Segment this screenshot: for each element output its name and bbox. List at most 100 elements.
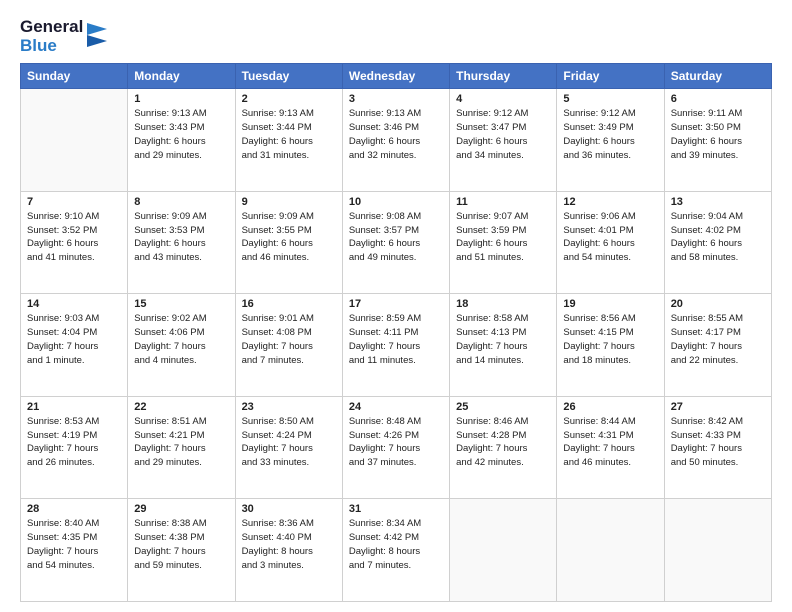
day-info-line: and 7 minutes. bbox=[349, 560, 411, 571]
day-info-line: Daylight: 7 hours bbox=[563, 341, 634, 352]
day-info-line: and 58 minutes. bbox=[671, 252, 739, 263]
day-info-line: and 29 minutes. bbox=[134, 150, 202, 161]
calendar-cell: 14Sunrise: 9:03 AMSunset: 4:04 PMDayligh… bbox=[21, 294, 128, 397]
day-info: Sunrise: 9:04 AMSunset: 4:02 PMDaylight:… bbox=[671, 210, 765, 265]
day-info: Sunrise: 8:50 AMSunset: 4:24 PMDaylight:… bbox=[242, 415, 336, 470]
calendar-cell: 17 Sunrise: 8:59 AMSunset: 4:11 PMDayligh… bbox=[342, 294, 449, 397]
day-info-line: Sunset: 3:43 PM bbox=[134, 122, 204, 133]
logo-flag-icon bbox=[87, 23, 107, 51]
day-info: Sunrise: 8:40 AMSunset: 4:35 PMDaylight:… bbox=[27, 517, 121, 572]
calendar-cell: 27Sunrise: 8:42 AMSunset: 4:33 PMDayligh… bbox=[664, 396, 771, 499]
day-info-line: and 50 minutes. bbox=[671, 457, 739, 468]
day-info-line: Sunrise: 8:44 AM bbox=[563, 416, 635, 427]
calendar-cell: 19Sunrise: 8:56 AMSunset: 4:15 PMDayligh… bbox=[557, 294, 664, 397]
day-info: Sunrise: 8:59 AMSunset: 4:11 PMDaylight:… bbox=[349, 312, 443, 367]
day-info: Sunrise: 8:44 AM Sunset: 4:31 PM Daylight:… bbox=[563, 415, 657, 470]
day-info-line: Daylight: 7 hours bbox=[242, 443, 313, 454]
day-info-line: Sunrise: 9:01 AM bbox=[242, 313, 314, 324]
header: General Blue bbox=[20, 18, 772, 55]
day-info: Sunrise: 9:09 AMSunset: 3:53 PMDaylight:… bbox=[134, 210, 228, 265]
day-number: 7 bbox=[27, 196, 121, 208]
day-info: Sunrise: 8:38 AMSunset: 4:38 PMDaylight:… bbox=[134, 517, 228, 572]
day-info-line: and 54 minutes. bbox=[563, 252, 631, 263]
day-info-line: Sunset: 4:31 PM bbox=[563, 430, 633, 441]
day-number: 12 bbox=[563, 196, 657, 208]
calendar-cell: 2 Sunrise: 9:13 AMSunset: 3:44 PMDaylight… bbox=[235, 89, 342, 192]
calendar-cell: 13Sunrise: 9:04 AMSunset: 4:02 PMDayligh… bbox=[664, 191, 771, 294]
day-info-line: Daylight: 7 hours bbox=[134, 443, 205, 454]
day-info-line: Daylight: 7 hours bbox=[27, 341, 98, 352]
day-info: Sunrise: 9:13 AMSunset: 3:46 PMDaylight:… bbox=[349, 107, 443, 162]
day-info-line: and 4 minutes. bbox=[134, 355, 196, 366]
day-info-line: and 39 minutes. bbox=[671, 150, 739, 161]
calendar-cell: 28Sunrise: 8:40 AMSunset: 4:35 PMDayligh… bbox=[21, 499, 128, 602]
calendar-cell bbox=[450, 499, 557, 602]
day-info-line: Sunrise: 8:48 AM bbox=[349, 416, 421, 427]
day-info-line: Daylight: 7 hours bbox=[134, 546, 205, 557]
day-info-line: Daylight: 7 hours bbox=[563, 443, 634, 454]
day-info: Sunrise: 8:34 AMSunset: 4:42 PMDaylight:… bbox=[349, 517, 443, 572]
calendar-table: SundayMondayTuesdayWednesdayThursdayFrid… bbox=[20, 63, 772, 602]
header-sunday: Sunday bbox=[21, 64, 128, 89]
day-number: 3 bbox=[349, 93, 443, 105]
day-number: 15 bbox=[134, 298, 228, 310]
day-info-line: and 33 minutes. bbox=[242, 457, 310, 468]
day-info-line: and 54 minutes. bbox=[27, 560, 95, 571]
day-info-line: and 34 minutes. bbox=[456, 150, 524, 161]
day-info-line: Sunset: 4:42 PM bbox=[349, 532, 419, 543]
day-info: Sunrise: 8:55 AMSunset: 4:17 PMDaylight:… bbox=[671, 312, 765, 367]
day-number: 30 bbox=[242, 503, 336, 515]
day-info-line: Sunset: 3:52 PM bbox=[27, 225, 97, 236]
day-info-line: Sunrise: 9:12 AM bbox=[563, 108, 635, 119]
header-thursday: Thursday bbox=[450, 64, 557, 89]
calendar-header-row: SundayMondayTuesdayWednesdayThursdayFrid… bbox=[21, 64, 772, 89]
calendar-cell: 4Sunrise: 9:12 AMSunset: 3:47 PMDaylight… bbox=[450, 89, 557, 192]
day-info: Sunrise: 9:01 AMSunset: 4:08 PMDaylight:… bbox=[242, 312, 336, 367]
calendar-week-3: 14Sunrise: 9:03 AMSunset: 4:04 PMDayligh… bbox=[21, 294, 772, 397]
day-info-line: Sunset: 4:15 PM bbox=[563, 327, 633, 338]
day-info-line: Sunrise: 9:02 AM bbox=[134, 313, 206, 324]
day-number: 29 bbox=[134, 503, 228, 515]
day-info-line: Daylight: 6 hours bbox=[456, 136, 527, 147]
day-number: 2 bbox=[242, 93, 336, 105]
calendar-cell: 29 Sunrise: 8:38 AMSunset: 4:38 PMDayligh… bbox=[128, 499, 235, 602]
day-info-line: Sunrise: 9:13 AM bbox=[242, 108, 314, 119]
day-info: Sunrise: 9:12 AMSunset: 3:49 PMDaylight:… bbox=[563, 107, 657, 162]
calendar-cell: 11Sunrise: 9:07 AMSunset: 3:59 PMDayligh… bbox=[450, 191, 557, 294]
day-info-line: Sunrise: 8:36 AM bbox=[242, 518, 314, 529]
calendar-cell: 12Sunrise: 9:06 AMSunset: 4:01 PMDayligh… bbox=[557, 191, 664, 294]
day-info: Sunrise: 8:36 AMSunset: 4:40 PMDaylight:… bbox=[242, 517, 336, 572]
day-info-line: Sunset: 4:01 PM bbox=[563, 225, 633, 236]
day-info-line: and 51 minutes. bbox=[456, 252, 524, 263]
day-number: 21 bbox=[27, 401, 121, 413]
day-info-line: and 32 minutes. bbox=[349, 150, 417, 161]
day-number: 18 bbox=[456, 298, 550, 310]
day-info-line: Sunrise: 8:42 AM bbox=[671, 416, 743, 427]
calendar-cell: 25Sunrise: 8:46 AMSunset: 4:28 PMDayligh… bbox=[450, 396, 557, 499]
calendar-cell: 6Sunrise: 9:11 AMSunset: 3:50 PMDaylight… bbox=[664, 89, 771, 192]
calendar-week-4: 21Sunrise: 8:53 AMSunset: 4:19 PMDayligh… bbox=[21, 396, 772, 499]
day-number: 23 bbox=[242, 401, 336, 413]
day-info-line: Daylight: 6 hours bbox=[563, 238, 634, 249]
day-info-line: Daylight: 7 hours bbox=[349, 341, 420, 352]
calendar-cell: 18Sunrise: 8:58 AMSunset: 4:13 PMDayligh… bbox=[450, 294, 557, 397]
day-number: 17 bbox=[349, 298, 443, 310]
day-number: 5 bbox=[563, 93, 657, 105]
day-info: Sunrise: 9:13 AMSunset: 3:44 PMDaylight:… bbox=[242, 107, 336, 162]
calendar-cell: 7Sunrise: 9:10 AMSunset: 3:52 PMDaylight… bbox=[21, 191, 128, 294]
day-info-line: Daylight: 6 hours bbox=[671, 238, 742, 249]
day-info-line: Daylight: 7 hours bbox=[671, 443, 742, 454]
day-info-line: Sunset: 3:46 PM bbox=[349, 122, 419, 133]
day-info-line: Daylight: 8 hours bbox=[349, 546, 420, 557]
day-info-line: Sunset: 4:38 PM bbox=[134, 532, 204, 543]
calendar-cell: 21Sunrise: 8:53 AMSunset: 4:19 PMDayligh… bbox=[21, 396, 128, 499]
day-info-line: Sunset: 4:21 PM bbox=[134, 430, 204, 441]
day-info-line: Sunset: 4:06 PM bbox=[134, 327, 204, 338]
day-info-line: Sunset: 3:53 PM bbox=[134, 225, 204, 236]
day-info-line: Daylight: 7 hours bbox=[456, 443, 527, 454]
day-info-line: Sunset: 4:17 PM bbox=[671, 327, 741, 338]
day-info-line: Sunrise: 9:04 AM bbox=[671, 211, 743, 222]
day-number: 1 bbox=[134, 93, 228, 105]
day-number: 8 bbox=[134, 196, 228, 208]
day-info-line: and 29 minutes. bbox=[134, 457, 202, 468]
